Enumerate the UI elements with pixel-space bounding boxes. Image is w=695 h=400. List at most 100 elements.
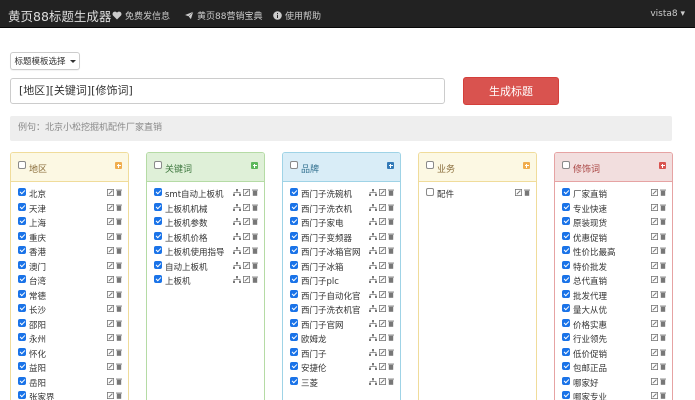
edit-icon[interactable] [107, 218, 114, 225]
item-checkbox[interactable] [562, 231, 570, 240]
trash-icon[interactable] [660, 378, 666, 385]
item-checkbox[interactable] [290, 275, 298, 283]
edit-icon[interactable] [651, 319, 658, 327]
item-checkbox[interactable] [154, 231, 162, 240]
edit-icon[interactable] [107, 290, 114, 298]
edit-icon[interactable] [651, 290, 658, 298]
item-checkbox[interactable] [562, 333, 570, 341]
edit-icon[interactable] [379, 377, 386, 385]
item-checkbox[interactable] [290, 376, 298, 385]
edit-icon[interactable] [651, 392, 658, 399]
sitemap-icon[interactable] [369, 363, 377, 370]
edit-icon[interactable] [107, 305, 114, 312]
item-checkbox[interactable] [290, 333, 298, 341]
item-checkbox[interactable] [18, 289, 26, 298]
select-all-checkbox[interactable] [562, 161, 570, 169]
item-checkbox[interactable] [18, 347, 26, 356]
trash-icon[interactable] [116, 233, 122, 240]
trash-icon[interactable] [252, 233, 258, 240]
edit-icon[interactable] [107, 189, 114, 196]
edit-icon[interactable] [107, 261, 114, 269]
item-checkbox[interactable] [18, 376, 26, 385]
sitemap-icon[interactable] [369, 290, 377, 298]
trash-icon[interactable] [660, 334, 666, 341]
edit-icon[interactable] [651, 218, 658, 225]
trash-icon[interactable] [116, 247, 122, 254]
trash-icon[interactable] [116, 334, 122, 341]
edit-icon[interactable] [243, 276, 250, 283]
sitemap-icon[interactable] [369, 232, 377, 240]
trash-icon[interactable] [388, 305, 394, 312]
sitemap-icon[interactable] [369, 189, 377, 196]
trash-icon[interactable] [116, 363, 122, 370]
trash-icon[interactable] [660, 189, 666, 196]
edit-icon[interactable] [651, 377, 658, 385]
sitemap-icon[interactable] [369, 319, 377, 327]
item-checkbox[interactable] [18, 231, 26, 240]
edit-icon[interactable] [651, 334, 658, 341]
generate-title-button[interactable]: 生成标题 [463, 77, 559, 105]
edit-icon[interactable] [651, 203, 658, 211]
trash-icon[interactable] [116, 276, 122, 283]
item-checkbox[interactable] [290, 347, 298, 356]
trash-icon[interactable] [660, 204, 666, 211]
item-checkbox[interactable] [290, 188, 298, 196]
trash-icon[interactable] [388, 334, 394, 341]
edit-icon[interactable] [379, 290, 386, 298]
item-checkbox[interactable] [562, 260, 570, 269]
item-checkbox[interactable] [18, 304, 26, 312]
edit-icon[interactable] [651, 276, 658, 283]
trash-icon[interactable] [252, 204, 258, 211]
trash-icon[interactable] [660, 305, 666, 312]
trash-icon[interactable] [660, 262, 666, 269]
edit-icon[interactable] [243, 232, 250, 240]
item-checkbox[interactable] [18, 188, 26, 196]
trash-icon[interactable] [116, 349, 122, 356]
add-icon[interactable] [115, 162, 122, 169]
item-checkbox[interactable] [290, 304, 298, 312]
item-checkbox[interactable] [290, 362, 298, 370]
trash-icon[interactable] [252, 218, 258, 225]
select-all-checkbox[interactable] [154, 161, 162, 169]
item-checkbox[interactable] [562, 275, 570, 283]
trash-icon[interactable] [388, 218, 394, 225]
item-checkbox[interactable] [290, 202, 298, 211]
edit-icon[interactable] [107, 348, 114, 356]
sitemap-icon[interactable] [369, 247, 377, 254]
item-checkbox[interactable] [290, 289, 298, 298]
item-checkbox[interactable] [290, 217, 298, 225]
edit-icon[interactable] [379, 363, 386, 370]
add-icon[interactable] [251, 162, 258, 169]
edit-icon[interactable] [651, 189, 658, 196]
trash-icon[interactable] [252, 247, 258, 254]
trash-icon[interactable] [116, 204, 122, 211]
sitemap-icon[interactable] [369, 203, 377, 211]
nav-item-help[interactable]: 使用帮助 [273, 9, 321, 22]
brand-title[interactable]: 黄页88标题生成器 [8, 6, 111, 25]
trash-icon[interactable] [660, 349, 666, 356]
trash-icon[interactable] [388, 363, 394, 370]
trash-icon[interactable] [116, 218, 122, 225]
trash-icon[interactable] [660, 247, 666, 254]
nav-item-free-post[interactable]: 免费发信息 [112, 9, 170, 22]
sitemap-icon[interactable] [233, 247, 241, 254]
select-all-checkbox[interactable] [426, 161, 434, 169]
trash-icon[interactable] [660, 233, 666, 240]
edit-icon[interactable] [243, 189, 250, 196]
trash-icon[interactable] [388, 189, 394, 196]
trash-icon[interactable] [116, 291, 122, 298]
sitemap-icon[interactable] [233, 203, 241, 211]
trash-icon[interactable] [388, 262, 394, 269]
item-checkbox[interactable] [290, 318, 298, 327]
sitemap-icon[interactable] [369, 305, 377, 312]
trash-icon[interactable] [524, 189, 530, 196]
template-select-button[interactable]: 标题模板选择 [10, 52, 80, 70]
edit-icon[interactable] [651, 363, 658, 370]
edit-icon[interactable] [651, 247, 658, 254]
trash-icon[interactable] [388, 320, 394, 327]
trash-icon[interactable] [660, 392, 666, 399]
edit-icon[interactable] [107, 232, 114, 240]
edit-icon[interactable] [379, 247, 386, 254]
edit-icon[interactable] [379, 218, 386, 225]
sitemap-icon[interactable] [369, 377, 377, 385]
